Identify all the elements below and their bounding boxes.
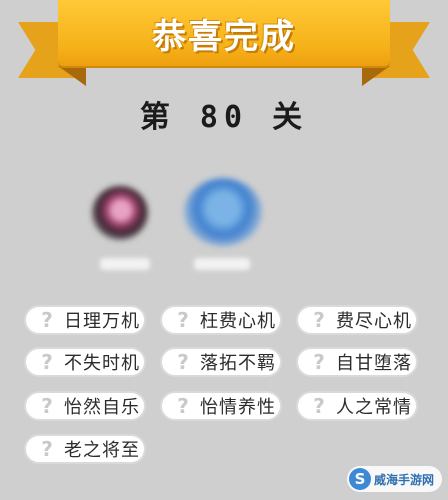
site-watermark: S 威海手游网: [346, 466, 442, 492]
idiom-pill[interactable]: ? 落拓不羁: [160, 347, 282, 377]
idiom-pill[interactable]: ? 怡情养性: [160, 391, 282, 421]
idiom-text: 落拓不羁: [200, 353, 276, 374]
idiom-text: 不失时机: [64, 353, 140, 374]
question-mark-icon: ?: [41, 308, 53, 332]
idiom-text: 自甘堕落: [336, 353, 412, 374]
question-mark-icon: ?: [177, 394, 189, 418]
question-mark-icon: ?: [177, 308, 189, 332]
idiom-pill[interactable]: ? 日理万机: [24, 305, 146, 335]
idiom-pill[interactable]: ? 不失时机: [24, 347, 146, 377]
idiom-pill[interactable]: ? 枉费心机: [160, 305, 282, 335]
question-mark-icon: ?: [41, 437, 53, 461]
question-mark-icon: ?: [177, 350, 189, 374]
idiom-pill[interactable]: ? 老之将至: [24, 434, 146, 464]
watermark-logo-icon: S: [348, 468, 371, 490]
idiom-pill[interactable]: ? 人之常情: [296, 391, 418, 421]
idiom-text: 人之常情: [336, 397, 412, 418]
question-mark-icon: ?: [313, 350, 325, 374]
idiom-text: 费尽心机: [336, 311, 412, 332]
idiom-text: 枉费心机: [200, 311, 276, 332]
idiom-text: 老之将至: [64, 440, 140, 461]
idiom-pill[interactable]: ? 自甘堕落: [296, 347, 418, 377]
question-mark-icon: ?: [313, 308, 325, 332]
question-mark-icon: ?: [313, 394, 325, 418]
idiom-list: ? 日理万机 ? 枉费心机 ? 费尽心机 ? 不失时机 ? 落拓不羁 ? 自甘堕…: [0, 0, 448, 500]
idiom-pill[interactable]: ? 费尽心机: [296, 305, 418, 335]
watermark-text: 威海手游网: [373, 472, 434, 487]
question-mark-icon: ?: [41, 350, 53, 374]
idiom-pill[interactable]: ? 怡然自乐: [24, 391, 146, 421]
idiom-text: 怡然自乐: [64, 397, 140, 418]
idiom-text: 怡情养性: [200, 397, 276, 418]
idiom-text: 日理万机: [64, 311, 140, 332]
question-mark-icon: ?: [41, 394, 53, 418]
